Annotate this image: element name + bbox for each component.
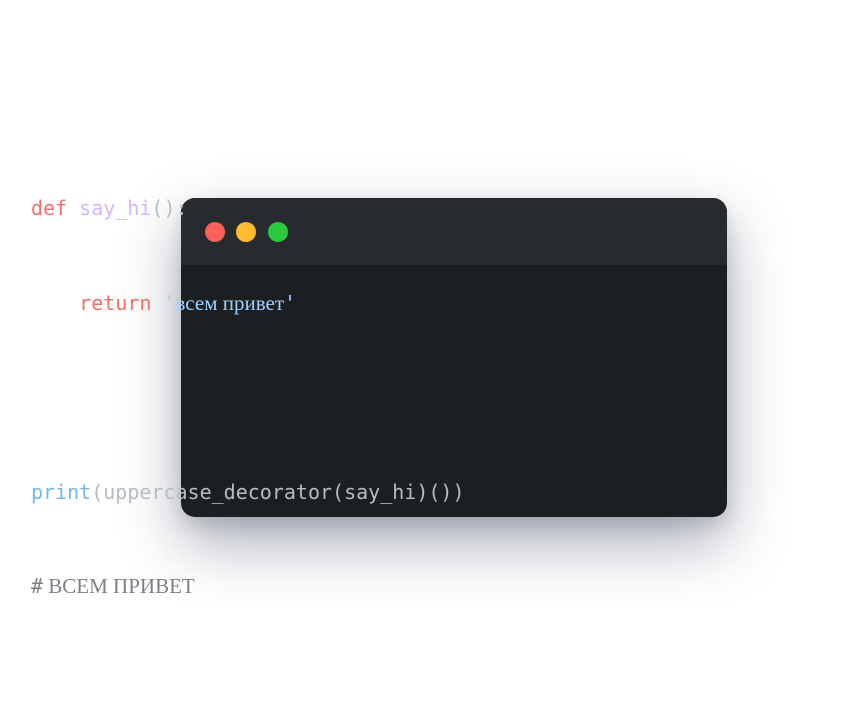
punctuation: (): bbox=[151, 196, 188, 220]
comment-text: ВСЕМ ПРИВЕТ bbox=[43, 574, 195, 598]
code-line-5: # ВСЕМ ПРИВЕТ bbox=[31, 571, 465, 603]
string-literal: всем привет bbox=[175, 290, 285, 315]
call-expression: (uppercase_decorator(say_hi)()) bbox=[91, 479, 465, 504]
code-block: def say_hi(): return 'всем привет' print… bbox=[31, 130, 465, 634]
code-line-4: print(uppercase_decorator(say_hi)()) bbox=[31, 477, 465, 509]
function-name: say_hi bbox=[79, 196, 152, 220]
builtin-print: print bbox=[31, 479, 92, 504]
keyword-return: return bbox=[79, 290, 152, 315]
code-line-2: return 'всем привет' bbox=[31, 288, 465, 320]
code-line-3-blank bbox=[31, 382, 465, 414]
string-quote-open: ' bbox=[163, 290, 176, 315]
comment-hash: # bbox=[31, 574, 44, 598]
keyword-def: def bbox=[31, 196, 68, 220]
code-line-1: def say_hi(): bbox=[31, 193, 465, 225]
string-quote-close: ' bbox=[284, 290, 297, 315]
